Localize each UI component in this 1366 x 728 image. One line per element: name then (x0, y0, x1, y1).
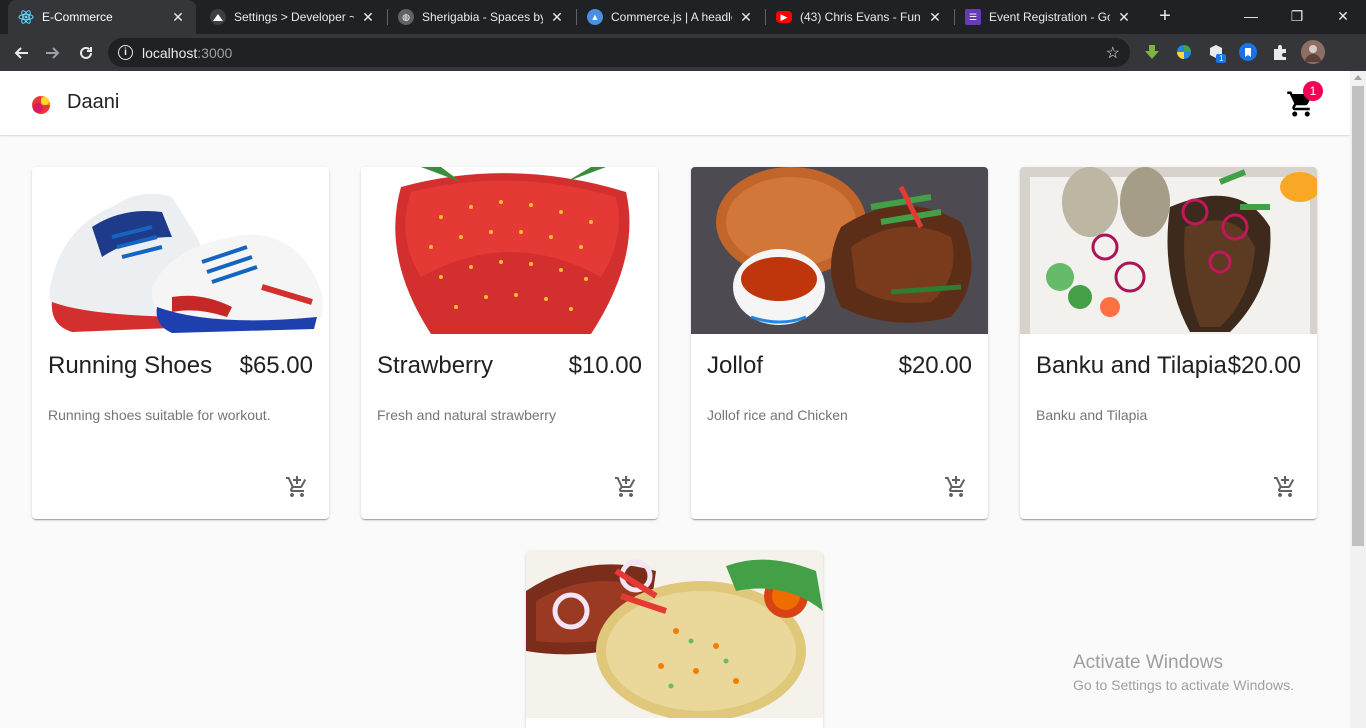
reload-icon (80, 46, 92, 59)
close-tab-icon[interactable]: ✕ (927, 9, 943, 26)
product-image-banku-tilapia (1020, 167, 1317, 334)
address-bar[interactable]: i localhost:3000 ☆ (108, 38, 1130, 67)
app-header: Daani 1 (0, 71, 1350, 136)
product-image-fried-rice (526, 551, 823, 718)
add-shopping-cart-icon (286, 476, 307, 497)
youtube-icon: ▶ (776, 11, 792, 23)
globe-icon: ◍ (398, 9, 414, 25)
tab-title: (43) Chris Evans - Funny (800, 10, 921, 24)
add-to-cart-button[interactable] (614, 475, 638, 499)
tab-title: Commerce.js | A headle (611, 10, 732, 24)
add-to-cart-button[interactable] (944, 475, 968, 499)
bookmark-extension-icon[interactable] (1239, 43, 1257, 61)
tab-ecommerce[interactable]: E-Commerce ✕ (8, 0, 196, 34)
commerce-icon (210, 9, 226, 25)
brand-logo-icon (32, 96, 50, 114)
product-image-running-shoes (32, 167, 329, 334)
scrollbar-thumb[interactable] (1352, 86, 1364, 546)
close-tab-icon[interactable]: ✕ (549, 9, 565, 26)
tab-youtube[interactable]: ▶ (43) Chris Evans - Funny ✕ (766, 0, 953, 34)
product-description: Fresh and natural strawberry (377, 407, 556, 423)
product-description: Banku and Tilapia (1036, 407, 1148, 423)
activate-windows-subtitle: Go to Settings to activate Windows. (1073, 677, 1294, 693)
product-price: $65.00 (239, 352, 313, 379)
add-to-cart-button[interactable] (1273, 475, 1297, 499)
forward-button[interactable] (40, 40, 66, 66)
cart-count-badge: 1 (1303, 81, 1323, 101)
product-image-strawberry (361, 167, 658, 334)
add-to-cart-button[interactable] (285, 475, 309, 499)
product-card: Banku and Tilapia $20.00 Banku and Tilap… (1020, 167, 1317, 519)
add-shopping-cart-icon (945, 476, 966, 497)
extension-badge: 1 (1216, 54, 1227, 63)
url-host: localhost (142, 44, 198, 61)
restore-button[interactable]: ❐ (1274, 0, 1320, 32)
product-description: Running shoes suitable for workout. (48, 407, 271, 423)
tab-settings-developer[interactable]: Settings > Developer ~ ✕ (200, 0, 386, 34)
box-extension-icon[interactable]: 1 (1207, 43, 1227, 63)
add-shopping-cart-icon (1274, 476, 1295, 497)
add-shopping-cart-icon (615, 476, 636, 497)
product-card: Strawberry $10.00 Fresh and natural stra… (361, 167, 658, 519)
page-scrollbar[interactable] (1350, 71, 1366, 728)
tab-title: E-Commerce (42, 10, 113, 24)
product-description: Jollof rice and Chicken (707, 407, 848, 423)
profile-avatar[interactable] (1301, 40, 1325, 64)
product-name[interactable]: Running Shoes (48, 352, 212, 380)
product-price: $20.00 (1227, 352, 1301, 379)
product-name[interactable]: Strawberry (377, 352, 493, 380)
product-price: $20.00 (898, 352, 972, 379)
close-window-button[interactable]: ✕ (1320, 0, 1366, 32)
close-tab-icon[interactable]: ✕ (738, 9, 754, 26)
color-extension-icon[interactable] (1175, 43, 1193, 61)
close-tab-icon[interactable]: ✕ (1116, 9, 1132, 26)
site-info-icon[interactable]: i (118, 45, 133, 60)
product-name[interactable]: Banku and Tilapia (1036, 352, 1227, 380)
back-arrow-icon (14, 47, 28, 59)
product-card: Jollof $20.00 Jollof rice and Chicken (691, 167, 988, 519)
bookmark-star-icon[interactable]: ☆ (1106, 43, 1120, 63)
browser-toolbar: i localhost:3000 ☆ 1 (0, 34, 1366, 71)
back-button[interactable] (8, 40, 34, 66)
close-tab-icon[interactable]: ✕ (170, 9, 186, 26)
new-tab-button[interactable]: + (1154, 5, 1176, 27)
url-port: :3000 (197, 44, 233, 61)
product-price: $10.00 (568, 352, 642, 379)
forms-icon: ☰ (965, 9, 981, 25)
product-image-jollof (691, 167, 988, 334)
product-name[interactable]: Jollof (707, 352, 763, 380)
react-icon (18, 9, 34, 25)
reload-button[interactable] (73, 40, 99, 66)
browser-tab-strip: E-Commerce ✕ Settings > Developer ~ ✕ ◍ … (0, 0, 1366, 34)
minimize-button[interactable]: — (1228, 0, 1274, 32)
tab-commercejs[interactable]: ▲ Commerce.js | A headle ✕ (577, 0, 764, 34)
tab-title: Settings > Developer ~ (234, 10, 354, 24)
activate-windows-title: Activate Windows (1073, 652, 1223, 673)
download-extension-icon[interactable] (1143, 43, 1161, 61)
product-card (526, 551, 823, 728)
brand-title[interactable]: Daani (67, 91, 119, 114)
commercejs-icon: ▲ (587, 9, 603, 25)
forward-arrow-icon (46, 47, 60, 59)
tab-sherigabia[interactable]: ◍ Sherigabia - Spaces by ✕ (388, 0, 575, 34)
tab-event-registration[interactable]: ☰ Event Registration - Go ✕ (955, 0, 1142, 34)
product-card: Running Shoes $65.00 Running shoes suita… (32, 167, 329, 519)
tab-title: Event Registration - Go (989, 10, 1110, 24)
scroll-up-arrow[interactable] (1354, 75, 1362, 80)
puzzle-extensions-icon[interactable] (1271, 43, 1289, 61)
tab-title: Sherigabia - Spaces by (422, 10, 543, 24)
close-tab-icon[interactable]: ✕ (360, 9, 376, 26)
